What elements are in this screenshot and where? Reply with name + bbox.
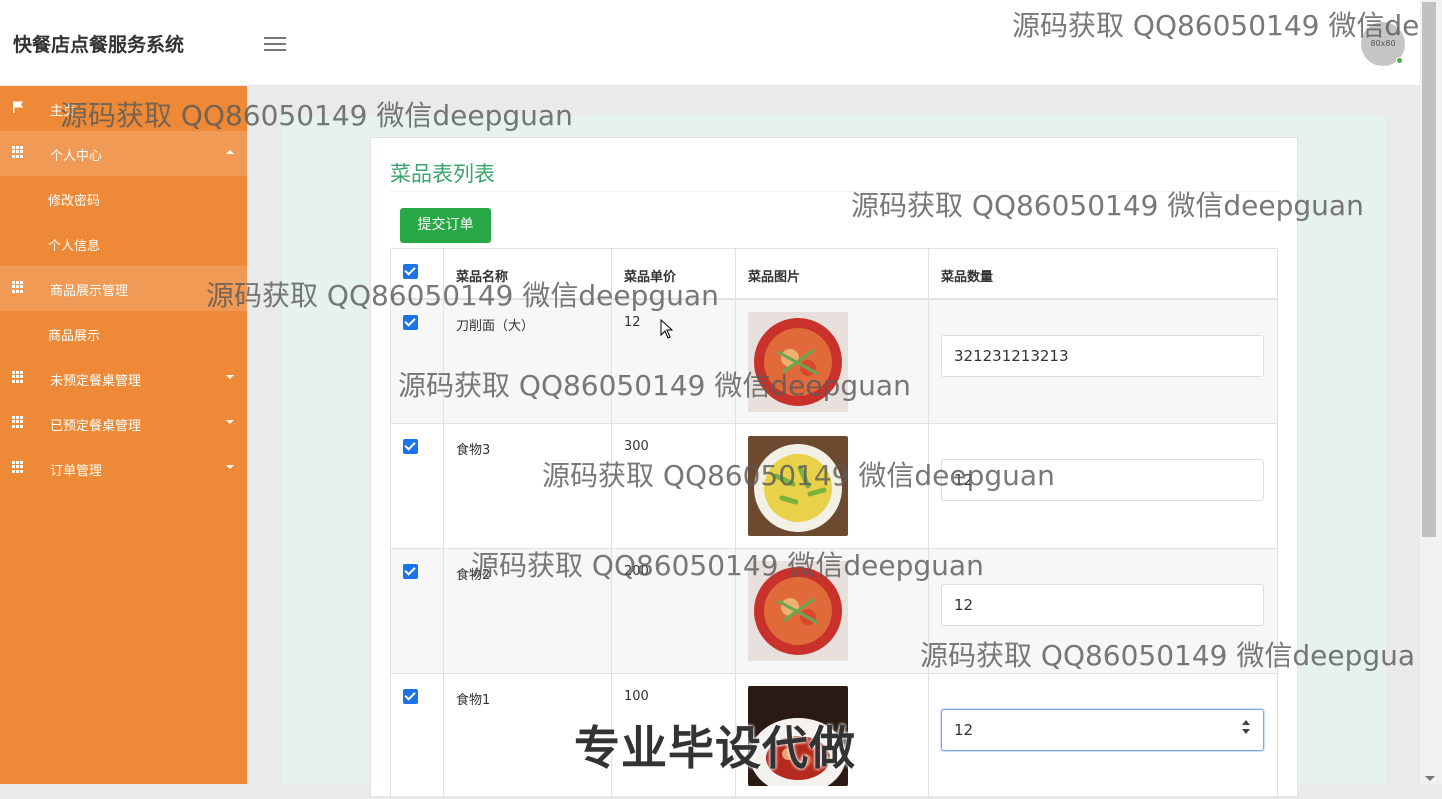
sidebar-item-personal-center[interactable]: 个人中心 bbox=[0, 131, 247, 176]
table-row: 刀削面（大） 12 321231213213 bbox=[390, 298, 1278, 424]
sidebar-item-label: 个人信息 bbox=[48, 239, 101, 254]
dish-image bbox=[748, 686, 848, 794]
grid-icon bbox=[12, 146, 24, 158]
app-title: 快餐店点餐服务系统 bbox=[13, 34, 185, 56]
grid-icon bbox=[12, 461, 24, 473]
sidebar-item-label: 订单管理 bbox=[50, 464, 103, 479]
table-header-row: 菜品名称 菜品单价 菜品图片 菜品数量 bbox=[390, 248, 1278, 300]
quantity-input[interactable]: 12 bbox=[941, 584, 1264, 626]
dish-name: 食物3 bbox=[443, 423, 612, 549]
dish-image bbox=[748, 436, 848, 536]
dish-price: 100 bbox=[611, 673, 736, 799]
column-header-image[interactable]: 菜品图片 bbox=[735, 248, 929, 300]
sidebar-item-change-password[interactable]: 修改密码 bbox=[0, 176, 247, 221]
online-status-dot bbox=[1396, 57, 1403, 64]
menu-toggle-icon[interactable] bbox=[264, 33, 286, 51]
sidebar-item-personal-info[interactable]: 个人信息 bbox=[0, 221, 247, 266]
quantity-stepper[interactable]: 12 bbox=[941, 709, 1264, 751]
column-header-price[interactable]: 菜品单价 bbox=[611, 248, 736, 300]
sidebar-item-label: 已预定餐桌管理 bbox=[50, 419, 142, 434]
scrollbar-thumb[interactable] bbox=[1422, 2, 1436, 537]
dish-name: 食物2 bbox=[443, 548, 612, 674]
dish-price: 12 bbox=[611, 298, 736, 424]
quantity-value: 12 bbox=[954, 721, 974, 739]
grid-icon bbox=[12, 281, 24, 293]
submit-order-button[interactable]: 提交订单 bbox=[400, 208, 491, 243]
top-header: 快餐店点餐服务系统 80x80 bbox=[0, 0, 1420, 86]
table-row: 食物1 100 12 bbox=[390, 673, 1278, 799]
page-title: 菜品表列表 bbox=[390, 162, 495, 186]
mouse-cursor-icon bbox=[660, 319, 674, 339]
quantity-input[interactable]: 321231213213 bbox=[941, 334, 1264, 377]
sidebar-item-label: 未预定餐桌管理 bbox=[50, 374, 142, 389]
scroll-down-arrow-icon[interactable] bbox=[1425, 776, 1435, 781]
table-row: 食物2 200 12 bbox=[390, 548, 1278, 674]
select-all-checkbox[interactable] bbox=[403, 264, 418, 279]
stepper-arrows-icon[interactable] bbox=[1241, 720, 1251, 740]
dish-price: 300 bbox=[611, 423, 736, 549]
dish-image bbox=[748, 561, 848, 661]
dish-price: 200 bbox=[611, 548, 736, 674]
chevron-up-icon bbox=[226, 150, 234, 154]
row-checkbox[interactable] bbox=[403, 439, 418, 454]
chevron-down-icon bbox=[226, 465, 234, 469]
sidebar-item-label: 修改密码 bbox=[48, 194, 101, 209]
sidebar-item-orders[interactable]: 订单管理 bbox=[0, 446, 247, 491]
row-checkbox[interactable] bbox=[403, 314, 418, 330]
grid-icon bbox=[12, 371, 24, 383]
dish-image bbox=[748, 311, 848, 412]
select-all-cell bbox=[390, 248, 444, 300]
title-divider bbox=[390, 191, 1280, 192]
grid-icon bbox=[12, 416, 24, 428]
dish-name: 刀削面（大） bbox=[443, 298, 612, 424]
flag-icon bbox=[13, 101, 23, 113]
sidebar: 主页 个人中心 修改密码 个人信息 商品展示管理 商品展示 未预定餐桌管理 已预… bbox=[0, 86, 247, 784]
chevron-down-icon bbox=[226, 375, 234, 379]
chevron-down-icon bbox=[226, 420, 234, 424]
table-row: 食物3 300 12 bbox=[390, 423, 1278, 549]
dish-table: 菜品名称 菜品单价 菜品图片 菜品数量 刀削面（大） 12 3212312132… bbox=[390, 248, 1278, 799]
sidebar-item-unreserved-tables[interactable]: 未预定餐桌管理 bbox=[0, 356, 247, 401]
quantity-input[interactable]: 12 bbox=[941, 459, 1264, 501]
sidebar-item-label: 主页 bbox=[50, 104, 77, 119]
sidebar-item-product-display-mgmt[interactable]: 商品展示管理 bbox=[0, 266, 247, 311]
row-checkbox[interactable] bbox=[403, 689, 418, 704]
sidebar-item-label: 商品展示 bbox=[48, 329, 101, 344]
column-header-quantity[interactable]: 菜品数量 bbox=[928, 248, 1278, 300]
sidebar-item-product-display[interactable]: 商品展示 bbox=[0, 311, 247, 356]
sidebar-item-home[interactable]: 主页 bbox=[0, 86, 247, 131]
row-checkbox[interactable] bbox=[403, 564, 418, 579]
sidebar-item-reserved-tables[interactable]: 已预定餐桌管理 bbox=[0, 401, 247, 446]
sidebar-item-label: 商品展示管理 bbox=[50, 284, 129, 299]
sidebar-item-label: 个人中心 bbox=[50, 149, 103, 164]
dish-name: 食物1 bbox=[443, 673, 612, 799]
column-header-name[interactable]: 菜品名称 bbox=[443, 248, 612, 300]
